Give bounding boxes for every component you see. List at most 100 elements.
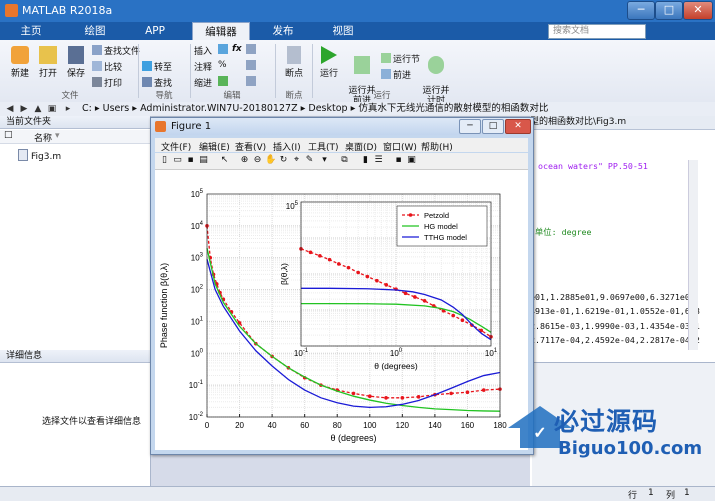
inset-petzold-marker [346, 265, 351, 270]
tab-view[interactable]: 视图 [318, 22, 368, 40]
brush-dropdown-icon[interactable]: ▾ [319, 155, 330, 166]
legend-entry: HG model [424, 222, 458, 231]
sort-icon[interactable]: ▾ [55, 131, 60, 141]
inset-petzold-marker [318, 254, 322, 258]
plot-area[interactable]: 0 20 40 60 80 100 120 140 160 18010-210-110010110… [155, 170, 528, 450]
zoom-out-icon[interactable]: ⊖ [252, 155, 263, 166]
figure-window[interactable]: Figure 1 ─ □ ✕ 文件(F) 编辑(E) 查看(V) 插入(I) 工… [150, 117, 534, 455]
menu-insert[interactable]: 插入(I) [273, 140, 301, 153]
link-plot-icon[interactable]: ⧉ [339, 155, 350, 166]
run-time-icon [428, 56, 444, 74]
insert-section-icon[interactable] [218, 44, 230, 56]
find-button[interactable]: 查找 [142, 76, 172, 89]
main-y-axis-label: Phase function β(θ,λ) [159, 263, 169, 348]
figure-canvas[interactable]: 0 20 40 60 80 100 120 140 160 180 10-2 10-1 100 101 10… [155, 170, 528, 450]
new-figure-icon[interactable]: ▯ [159, 155, 170, 166]
tab-apps[interactable]: APP [132, 22, 178, 40]
run-section-button[interactable]: 运行节 [381, 52, 420, 65]
breadcrumb[interactable]: C: ▸ Users ▸ Administrator.WIN7U-2018012… [82, 102, 548, 116]
pan-icon[interactable]: ✋ [265, 155, 276, 166]
forward-icon[interactable]: ▶ [18, 103, 30, 115]
up-folder-icon[interactable]: ▲ [32, 103, 44, 115]
figure-minimize-button[interactable]: ─ [459, 119, 481, 134]
smart-indent-icon[interactable] [218, 76, 230, 88]
menu-edit[interactable]: 编辑(E) [199, 140, 230, 153]
editor-scrollbar[interactable] [688, 160, 698, 350]
compare-button[interactable]: 比较 [92, 60, 122, 73]
inset-petzold-marker [375, 278, 379, 283]
go-to-button[interactable]: 转至 [142, 60, 172, 73]
tab-home[interactable]: 主页 [8, 22, 54, 40]
print-button[interactable]: 打印 [92, 76, 122, 89]
advance-button[interactable]: 前进 [381, 68, 411, 81]
tab-plots[interactable]: 绘图 [70, 22, 120, 40]
rotate-icon[interactable]: ↻ [278, 155, 289, 166]
print-icon [92, 77, 102, 87]
row-value: 1 [648, 488, 654, 498]
colorbar-icon[interactable]: ▮ [360, 155, 371, 166]
main-y-tick-label: 100 [191, 348, 204, 358]
find-icon [142, 77, 152, 87]
save-figure-icon[interactable]: ▪ [185, 155, 196, 166]
advance-icon [381, 69, 391, 79]
open-button[interactable]: 打开 [34, 46, 62, 79]
menu-help[interactable]: 帮助(H) [421, 140, 453, 153]
legend-icon[interactable]: ☰ [373, 155, 384, 166]
file-list-header[interactable]: □ 名称 ▾ [0, 130, 150, 144]
fx-button[interactable]: fx [232, 44, 242, 54]
path-root-icon[interactable]: ▸ [62, 103, 74, 115]
tab-editor[interactable]: 编辑器 [192, 22, 250, 41]
run-section-icon [381, 53, 391, 63]
menu-file[interactable]: 文件(F) [161, 140, 191, 153]
maximize-button[interactable]: □ [655, 1, 683, 20]
main-y-tick-label: 105 [191, 189, 204, 199]
menu-tools[interactable]: 工具(T) [308, 140, 339, 153]
print-figure-icon[interactable]: ▤ [198, 155, 209, 166]
search-documentation-input[interactable]: 搜索文档 [548, 24, 646, 39]
main-petzold-marker [416, 395, 421, 399]
checkbox-icon[interactable]: □ [4, 130, 13, 140]
find-files-button[interactable]: 查找文件 [92, 44, 140, 57]
back-icon[interactable]: ◀ [4, 103, 16, 115]
indent-button[interactable]: 缩进 [194, 76, 212, 89]
save-button[interactable]: 保存 [62, 46, 90, 79]
code-line: 2.7117e-04,2.4592e-04,2.2817e-04,2 [530, 335, 700, 345]
format-icon[interactable] [246, 76, 258, 88]
insert-button[interactable]: 插入 [194, 44, 212, 57]
menu-desktop[interactable]: 桌面(D) [345, 140, 377, 153]
main-x-tick-label: 60 [300, 421, 309, 430]
open-file-icon[interactable]: ▭ [172, 155, 183, 166]
show-plot-tools-icon[interactable]: ▣ [406, 155, 417, 166]
name-column-header[interactable]: 名称 [34, 131, 52, 144]
menu-view[interactable]: 查看(V) [235, 140, 266, 153]
tab-publish[interactable]: 发布 [258, 22, 308, 40]
minimize-button[interactable]: ─ [627, 1, 655, 20]
menu-window[interactable]: 窗口(W) [383, 140, 417, 153]
file-item[interactable]: Fig3.m [18, 149, 61, 162]
figure-title-bar[interactable]: Figure 1 ─ □ ✕ [151, 118, 533, 135]
run-and-time-button[interactable]: 运行并 计时 [420, 46, 452, 106]
breakpoints-button[interactable]: 断点 [279, 46, 309, 79]
new-button[interactable]: 新建 [6, 46, 34, 79]
edit-tools-icon[interactable] [246, 44, 258, 56]
zoom-in-icon[interactable]: ⊕ [239, 155, 250, 166]
hide-plot-tools-icon[interactable]: ▪ [393, 155, 404, 166]
brush-icon[interactable]: ✎ [304, 155, 315, 166]
main-x-tick-label: 80 [333, 421, 342, 430]
inset-petzold-marker [403, 291, 408, 296]
percent-icon[interactable]: % [218, 60, 227, 70]
close-button[interactable]: ✕ [683, 1, 713, 20]
comment-button[interactable]: 注释 [194, 60, 212, 73]
pointer-icon[interactable]: ↖ [219, 155, 230, 166]
editor-tab[interactable]: 型的相函数对比\Fig3.m [530, 116, 715, 130]
figure-close-button[interactable]: ✕ [505, 119, 531, 134]
run-icon [321, 46, 337, 64]
data-cursor-icon[interactable]: ⌖ [291, 155, 302, 166]
figure-maximize-button[interactable]: □ [482, 119, 504, 134]
main-x-tick-label: 40 [268, 421, 277, 430]
svg-text:✓: ✓ [533, 425, 546, 442]
browse-folder-icon[interactable]: ▣ [46, 103, 58, 115]
run-button[interactable]: 运行 [315, 46, 343, 79]
wrap-icon[interactable] [246, 60, 258, 72]
compare-icon [92, 61, 102, 71]
